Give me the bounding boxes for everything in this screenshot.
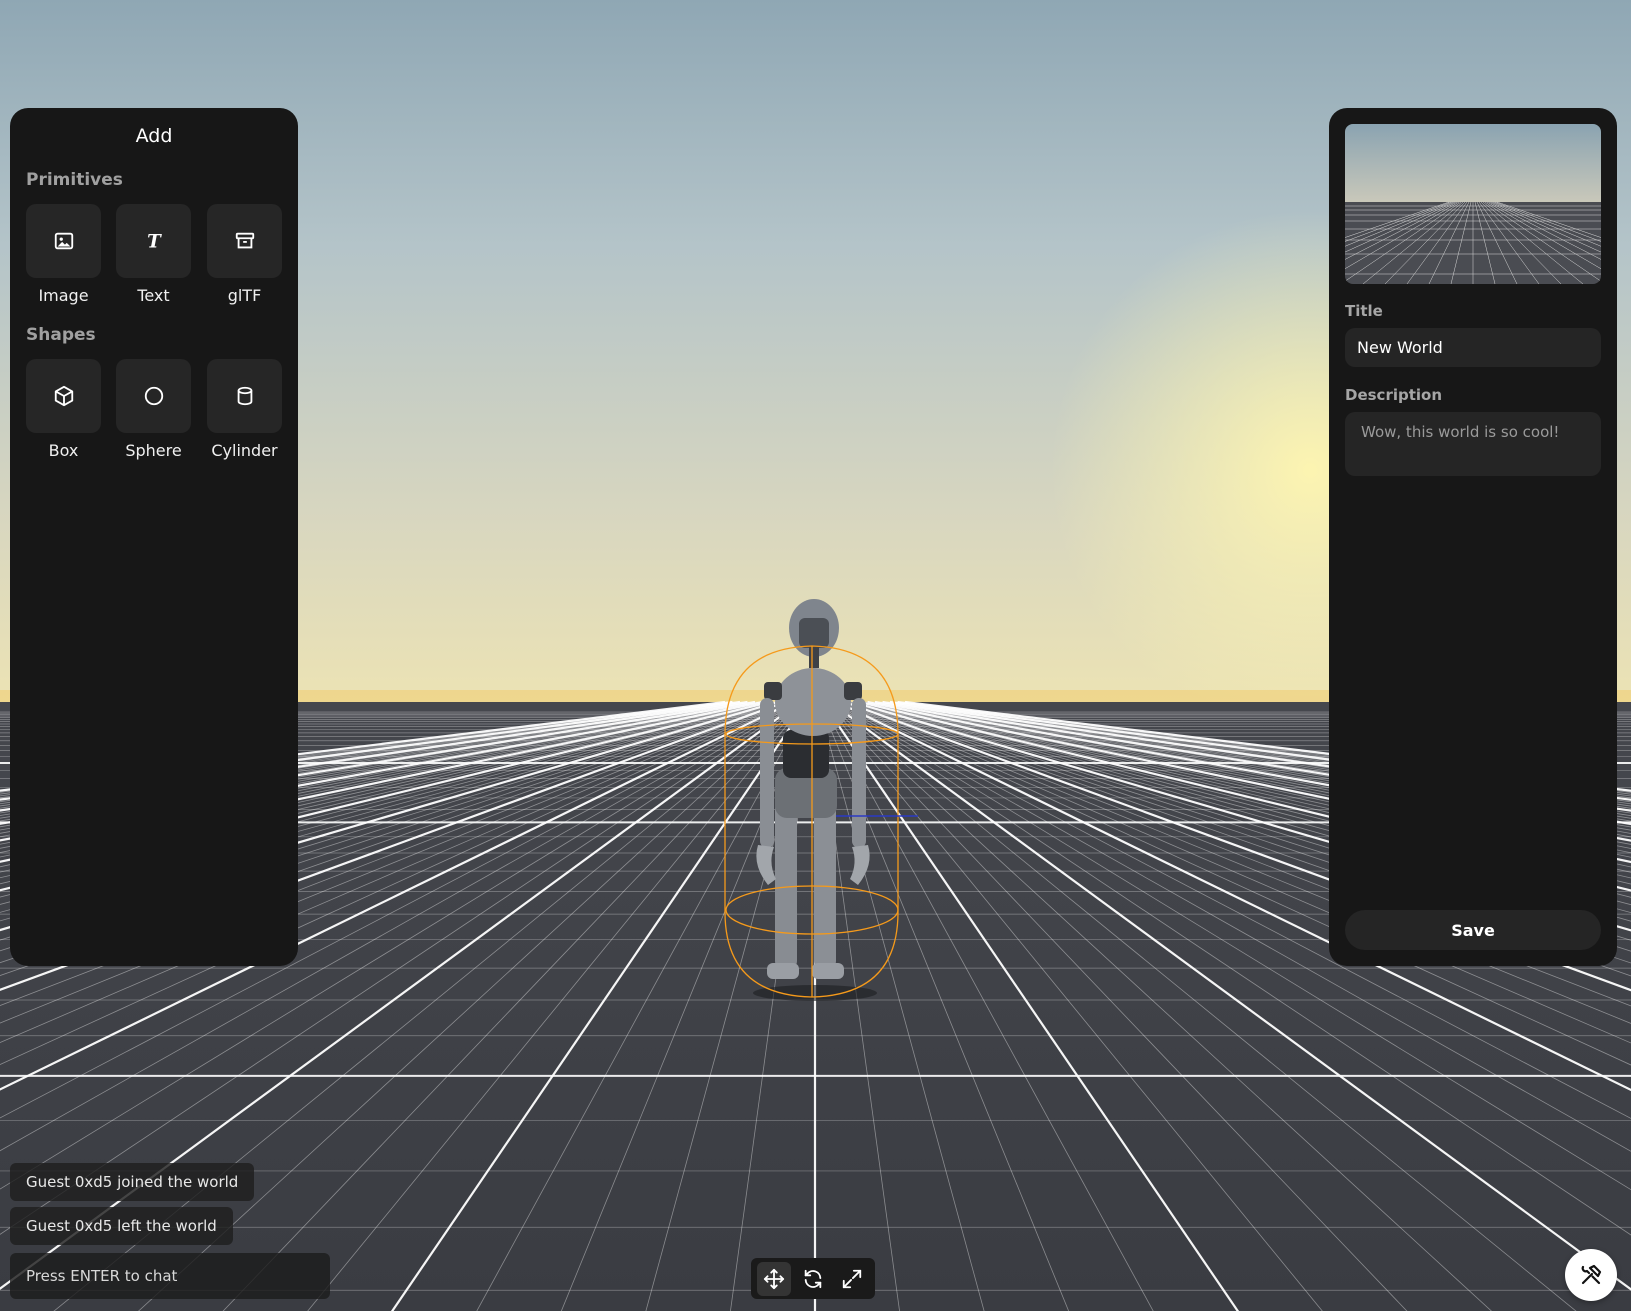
world-title-input[interactable]: [1345, 328, 1601, 367]
sphere-icon: [144, 386, 163, 406]
world-description-input[interactable]: [1345, 412, 1601, 476]
chat-message: Guest 0xd5 left the world: [10, 1207, 233, 1245]
shapes-section-label: Shapes: [26, 325, 96, 345]
build-mode-toggle[interactable]: [1565, 1249, 1617, 1301]
image-icon: [54, 232, 73, 250]
add-text-label: Text: [137, 286, 170, 305]
add-cylinder-button[interactable]: Cylinder: [207, 359, 282, 460]
add-gltf-label: glTF: [227, 286, 262, 305]
svg-text:T: T: [147, 231, 162, 252]
add-box-label: Box: [48, 441, 79, 460]
description-label: Description: [1345, 386, 1443, 404]
save-button[interactable]: Save: [1345, 910, 1601, 950]
archive-icon: [235, 232, 254, 249]
add-panel-title: Add: [135, 125, 173, 147]
move-tool-button[interactable]: [757, 1261, 792, 1296]
add-sphere-button[interactable]: Sphere: [116, 359, 191, 460]
add-image-label: Image: [38, 286, 89, 305]
box-icon: [54, 385, 73, 407]
add-box-button[interactable]: Box: [26, 359, 101, 460]
add-sphere-label: Sphere: [125, 441, 182, 460]
move-icon: [764, 1268, 785, 1289]
world-settings-panel: Title Description Save: [1329, 108, 1617, 966]
add-text-button[interactable]: T Text: [116, 204, 191, 305]
rotate-tool-button[interactable]: [796, 1262, 830, 1296]
gizmo-toolbar: [751, 1258, 875, 1299]
chat-input[interactable]: [10, 1253, 330, 1299]
title-label: Title: [1345, 302, 1383, 320]
primitives-section-label: Primitives: [26, 170, 123, 190]
add-image-button[interactable]: Image: [26, 204, 101, 305]
text-icon: T: [147, 231, 162, 252]
cylinder-icon: [237, 386, 252, 406]
scale-icon: [842, 1269, 861, 1288]
chat-message: Guest 0xd5 joined the world: [10, 1163, 255, 1201]
hammer-wrench-icon: [1581, 1264, 1602, 1285]
add-gltf-button[interactable]: glTF: [207, 204, 282, 305]
add-panel: Add Primitives Image T Text glTF Shapes …: [10, 108, 298, 966]
add-cylinder-label: Cylinder: [211, 441, 278, 460]
rotate-icon: [804, 1269, 822, 1288]
world-thumbnail: [1345, 124, 1601, 284]
scale-tool-button[interactable]: [835, 1262, 869, 1296]
